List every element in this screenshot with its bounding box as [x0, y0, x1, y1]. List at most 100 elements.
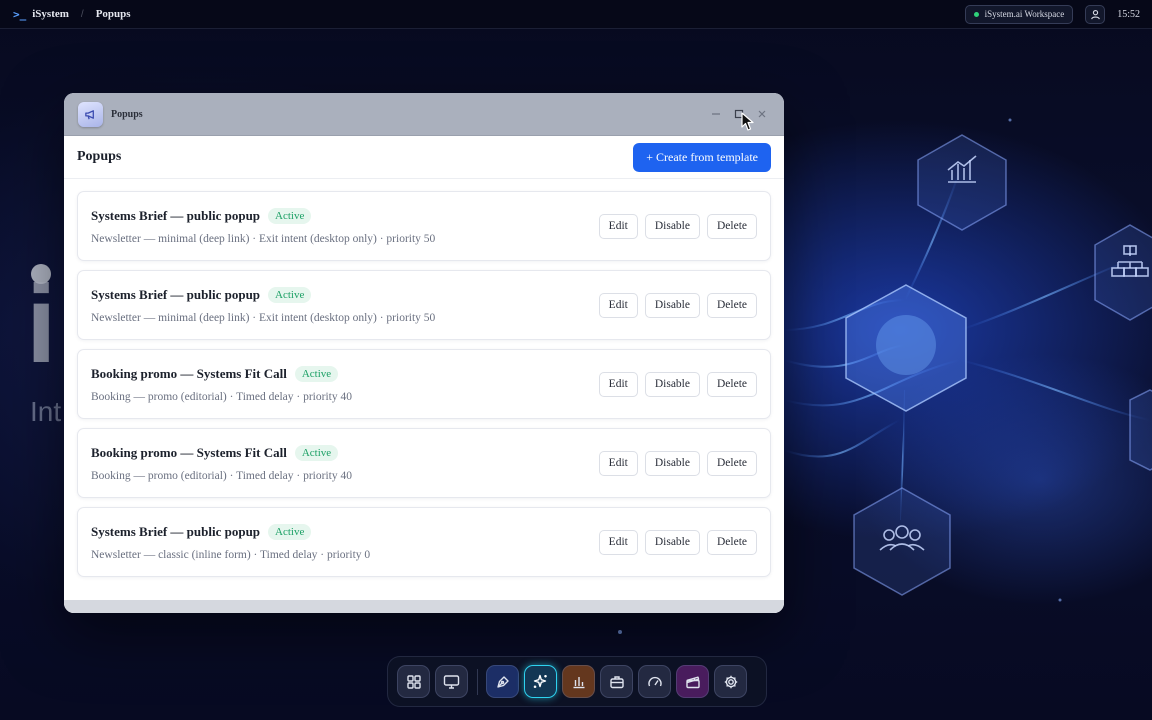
- popup-card: Booking promo — Systems Fit Call Active …: [77, 349, 771, 419]
- popup-name: Systems Brief — public popup: [91, 523, 261, 539]
- delete-button[interactable]: Delete: [706, 450, 757, 476]
- popup-card-main: Systems Brief — public popup Active News…: [91, 207, 436, 245]
- dock-item-apps[interactable]: [397, 665, 430, 698]
- popup-card-main: Booking promo — Systems Fit Call Active …: [91, 365, 352, 403]
- clock: 15:52: [1117, 8, 1140, 20]
- popup-card: Systems Brief — public popup Active News…: [77, 507, 771, 577]
- hero-subtitle: Int: [30, 396, 62, 427]
- popup-actions: Edit Disable Delete: [598, 292, 757, 318]
- user-icon: [1090, 9, 1100, 19]
- dock-item-analytics[interactable]: [562, 665, 595, 698]
- workspace-selector[interactable]: iSystem.ai Workspace: [964, 4, 1074, 24]
- close-button[interactable]: [755, 108, 768, 121]
- popup-meta: Newsletter — classic (inline form) · Tim…: [91, 548, 371, 561]
- dock-item-design[interactable]: [486, 665, 519, 698]
- window-content: Popups + Create from template Systems Br…: [64, 136, 784, 613]
- breadcrumb-separator: /: [80, 8, 84, 20]
- edit-button[interactable]: Edit: [598, 450, 638, 476]
- popup-actions: Edit Disable Delete: [598, 450, 757, 476]
- popup-list: Systems Brief — public popup Active News…: [64, 179, 784, 577]
- popup-card: Systems Brief — public popup Active News…: [77, 270, 771, 340]
- popup-name: Systems Brief — public popup: [91, 286, 261, 302]
- disable-button[interactable]: Disable: [644, 292, 700, 318]
- dock-item-performance[interactable]: [638, 665, 671, 698]
- popup-meta: Booking — promo (editorial) · Timed dela…: [91, 390, 352, 403]
- minimize-button[interactable]: [709, 108, 722, 121]
- popup-meta: Newsletter — minimal (deep link) · Exit …: [91, 311, 436, 324]
- gear-icon: [724, 675, 737, 688]
- dock-separator: [477, 668, 478, 695]
- hero-letter: i: [26, 263, 57, 386]
- delete-button[interactable]: Delete: [706, 213, 757, 239]
- disable-button[interactable]: Disable: [644, 213, 700, 239]
- user-menu-button[interactable]: [1085, 4, 1106, 24]
- megaphone-icon: [85, 109, 94, 119]
- minimize-icon: [711, 113, 720, 115]
- terminal-prompt-icon: >_: [13, 7, 27, 21]
- window-titlebar[interactable]: Popups: [64, 93, 784, 136]
- gauge-icon: [647, 676, 662, 686]
- popup-card: Systems Brief — public popup Active News…: [77, 191, 771, 261]
- online-status-dot: [973, 11, 979, 17]
- workspace-name: iSystem.ai Workspace: [984, 9, 1065, 19]
- top-bar: >_ iSystem / Popups iSystem.ai Workspace…: [0, 0, 1152, 29]
- status-badge: Active: [294, 444, 339, 461]
- dock-item-media[interactable]: [676, 665, 709, 698]
- top-bar-right: iSystem.ai Workspace 15:52: [964, 4, 1140, 24]
- disable-button[interactable]: Disable: [644, 371, 700, 397]
- delete-button[interactable]: Delete: [706, 292, 757, 318]
- popup-title-row: Booking promo — Systems Fit Call Active: [91, 444, 352, 461]
- brand[interactable]: >_ iSystem: [13, 8, 69, 21]
- status-badge: Active: [268, 207, 312, 224]
- close-icon: [758, 110, 765, 118]
- mouse-cursor-icon: [741, 112, 754, 131]
- clapperboard-icon: [685, 676, 700, 688]
- disable-button[interactable]: Disable: [644, 450, 700, 476]
- popup-card: Booking promo — Systems Fit Call Active …: [77, 428, 771, 498]
- delete-button[interactable]: Delete: [706, 371, 757, 397]
- pen-tool-icon: [496, 675, 509, 688]
- create-from-template-button[interactable]: + Create from template: [633, 142, 771, 172]
- status-badge: Active: [268, 286, 312, 303]
- popup-actions: Edit Disable Delete: [598, 371, 757, 397]
- grid-icon: [406, 674, 421, 689]
- horizontal-scrollbar[interactable]: [64, 600, 784, 613]
- monitor-icon: [443, 674, 460, 689]
- dock-item-desktop[interactable]: [435, 665, 468, 698]
- dock-item-business[interactable]: [600, 665, 633, 698]
- popup-actions: Edit Disable Delete: [598, 529, 757, 555]
- breadcrumb-current: Popups: [95, 8, 131, 20]
- popup-title-row: Systems Brief — public popup Active: [91, 207, 435, 224]
- page-title: Popups: [77, 149, 122, 164]
- dock-item-ai[interactable]: [524, 665, 557, 698]
- bar-chart-icon: [573, 676, 584, 688]
- dock-item-settings[interactable]: [714, 665, 747, 698]
- edit-button[interactable]: Edit: [598, 213, 638, 239]
- edit-button[interactable]: Edit: [598, 529, 638, 555]
- popup-title-row: Booking promo — Systems Fit Call Active: [91, 365, 352, 382]
- popup-meta: Booking — promo (editorial) · Timed dela…: [91, 469, 352, 482]
- page-header: Popups + Create from template: [64, 136, 784, 179]
- popup-title-row: Systems Brief — public popup Active: [91, 523, 370, 540]
- popup-meta: Newsletter — minimal (deep link) · Exit …: [91, 232, 436, 245]
- delete-button[interactable]: Delete: [706, 529, 757, 555]
- dock: [387, 656, 767, 707]
- popup-card-main: Systems Brief — public popup Active News…: [91, 286, 436, 324]
- window-title: Popups: [111, 108, 143, 120]
- edit-button[interactable]: Edit: [598, 371, 638, 397]
- popup-name: Systems Brief — public popup: [91, 207, 261, 223]
- disable-button[interactable]: Disable: [644, 529, 700, 555]
- popup-name: Booking promo — Systems Fit Call: [91, 444, 287, 460]
- popup-title-row: Systems Brief — public popup Active: [91, 286, 435, 303]
- popup-name: Booking promo — Systems Fit Call: [91, 365, 287, 381]
- edit-button[interactable]: Edit: [598, 292, 638, 318]
- status-badge: Active: [268, 523, 312, 540]
- sparkles-icon: [533, 674, 547, 688]
- popup-card-main: Systems Brief — public popup Active News…: [91, 523, 371, 561]
- popups-window: Popups Popups + Create from template Sys…: [64, 93, 784, 613]
- brand-name: iSystem: [32, 8, 69, 20]
- status-badge: Active: [294, 365, 339, 382]
- briefcase-icon: [609, 675, 624, 688]
- window-controls: [709, 108, 768, 121]
- popup-card-main: Booking promo — Systems Fit Call Active …: [91, 444, 352, 482]
